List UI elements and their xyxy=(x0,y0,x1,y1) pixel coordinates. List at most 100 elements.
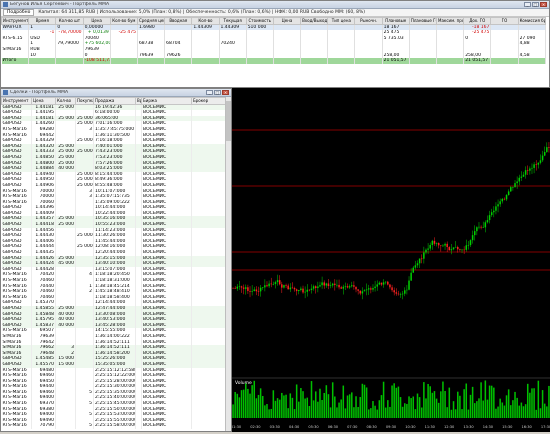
deals-column-header[interactable]: Продажа xyxy=(93,97,136,105)
candle-body xyxy=(510,187,512,192)
time-tick-label: 16:30 xyxy=(521,425,532,429)
candle-body xyxy=(304,291,306,293)
portfolio-titlebar[interactable]: Бегунов Илья Сергеевич - Портфель MMA _ … xyxy=(1,1,549,9)
volume-bar xyxy=(482,400,484,418)
portfolio-column-header[interactable]: Стоимость xyxy=(245,17,274,25)
volume-bar xyxy=(234,391,236,418)
volume-bar xyxy=(245,383,247,418)
volume-bar xyxy=(459,395,461,418)
candle-body xyxy=(317,286,319,289)
app-icon xyxy=(3,90,8,95)
portfolio-column-header[interactable]: Вводная xyxy=(164,17,193,25)
candle-body xyxy=(257,291,260,292)
candle-body xyxy=(281,284,283,288)
minimize-button[interactable]: _ xyxy=(524,2,531,7)
candle-body xyxy=(461,249,463,251)
maximize-button[interactable]: □ xyxy=(532,2,539,7)
portfolio-row[interactable]: Итого -108 511,73 21 051,57 21 051,57 xyxy=(1,58,547,64)
deals-titlebar[interactable]: Сделки - Портфель MMA _ □ × xyxy=(1,89,231,97)
candle-body xyxy=(480,226,482,228)
volume-bar xyxy=(363,384,366,418)
portfolio-column-header[interactable]: Цена xyxy=(82,17,111,25)
volume-bar xyxy=(452,401,455,418)
volume-bar xyxy=(431,392,434,418)
deals-column-header[interactable]: Покупка xyxy=(75,97,94,105)
deals-column-header[interactable]: Инструмент xyxy=(1,97,32,105)
portfolio-column-header[interactable]: ГО xyxy=(490,17,519,25)
deals-window[interactable]: Сделки - Портфель MMA _ □ × Инструмент Це… xyxy=(0,88,232,432)
candle-body xyxy=(497,204,499,207)
close-button[interactable]: × xyxy=(222,90,229,95)
deals-column-header[interactable]: Кол-во xyxy=(55,97,76,105)
volume-bar xyxy=(257,394,260,418)
maximize-button[interactable]: □ xyxy=(214,90,221,95)
deals-column-header[interactable]: Цена xyxy=(31,97,56,105)
candle-body xyxy=(442,245,444,247)
portfolio-column-header[interactable]: Плановые xyxy=(381,17,410,25)
candle-body xyxy=(270,283,272,285)
price-chart[interactable]: Volume 01:30 02:30 03:30 04:30 05:30 06:30 07:3… xyxy=(231,88,550,432)
deals-scrollbar[interactable] xyxy=(225,97,231,431)
candle-body xyxy=(486,220,489,223)
time-tick-label: 09:30 xyxy=(386,425,397,429)
portfolio-column-header[interactable]: Средняя цена xyxy=(136,17,166,25)
deal-cell: 2:25:15:58:00:000 xyxy=(93,423,136,430)
candle-body xyxy=(389,284,391,288)
volume-bar xyxy=(473,403,476,418)
volume-bar xyxy=(516,397,518,418)
portfolio-column-header[interactable]: Максим. продать xyxy=(435,17,465,25)
time-tick-label: 12:30 xyxy=(444,425,455,429)
deal-cell: 45 000 xyxy=(55,261,76,267)
volume-bar xyxy=(442,381,444,418)
deal-cell: 40 000 xyxy=(55,317,76,323)
volume-bar xyxy=(512,400,514,418)
candle-body xyxy=(255,289,258,292)
candle-body xyxy=(266,285,268,287)
candle-body xyxy=(357,289,359,291)
candle-body xyxy=(291,287,294,289)
volume-bar xyxy=(465,383,468,418)
candlestick-chart[interactable]: Volume 01:30 02:30 03:30 04:30 05:30 06:30 07:3… xyxy=(231,88,550,432)
portfolio-column-header[interactable]: Тип цена xyxy=(327,17,356,25)
minimize-button[interactable]: _ xyxy=(206,90,213,95)
close-button[interactable]: × xyxy=(540,2,547,7)
candle-body xyxy=(285,285,287,286)
volume-bar xyxy=(283,395,285,418)
candle-body xyxy=(404,290,406,294)
portfolio-cell xyxy=(191,58,220,64)
details-toggle[interactable]: Подробно xyxy=(3,9,35,16)
deals-column-header[interactable]: Брокер xyxy=(191,97,228,105)
scrollbar-thumb[interactable] xyxy=(226,101,231,141)
portfolio-column-header[interactable]: Кол-во xyxy=(191,17,220,25)
portfolio-column-header[interactable]: Рыночн. xyxy=(354,17,383,25)
portfolio-column-header[interactable]: Цена xyxy=(272,17,302,25)
portfolio-cell xyxy=(436,58,465,64)
candle-body xyxy=(440,245,442,246)
portfolio-column-header[interactable]: Плановые ГО xyxy=(408,17,438,25)
portfolio-window[interactable]: Бегунов Илья Сергеевич - Портфель MMA _ … xyxy=(0,0,550,88)
deal-cell: 1:18:18:31:000 xyxy=(93,278,136,284)
deal-cell: 1:36:14:52:111 xyxy=(93,345,136,351)
portfolio-cell xyxy=(300,58,329,64)
portfolio-cell xyxy=(219,58,247,64)
portfolio-column-header[interactable]: Инструмент xyxy=(1,17,30,25)
deals-column-header[interactable]: Биржа xyxy=(141,97,192,105)
portfolio-column-header[interactable]: Комиссия брокера xyxy=(517,17,547,25)
portfolio-column-header[interactable]: Время xyxy=(28,17,57,25)
deal-cell: 1.45570 xyxy=(31,361,56,368)
volume-bar xyxy=(308,405,311,418)
portfolio-column-header[interactable]: Кол-во бум xyxy=(109,17,138,25)
candle-body xyxy=(459,249,461,251)
volume-bar xyxy=(278,399,281,418)
portfolio-column-header[interactable]: Кол-во шт xyxy=(55,17,84,25)
portfolio-cell xyxy=(246,58,274,64)
deals-column-header[interactable]: Время xyxy=(135,97,142,105)
portfolio-column-header[interactable]: Текущая xyxy=(218,17,247,25)
deal-cell xyxy=(191,423,228,430)
deal-row[interactable]: RTS-Mar16 70790 5 2:25:15:58:00:000 ВОСЬМИС xyxy=(1,423,228,430)
volume-bar xyxy=(429,386,431,418)
portfolio-cell xyxy=(55,58,84,64)
volume-bar xyxy=(404,403,406,418)
portfolio-column-header[interactable]: Вход/Выход xyxy=(300,17,329,25)
portfolio-column-header[interactable]: Дох. ГО xyxy=(463,17,492,25)
